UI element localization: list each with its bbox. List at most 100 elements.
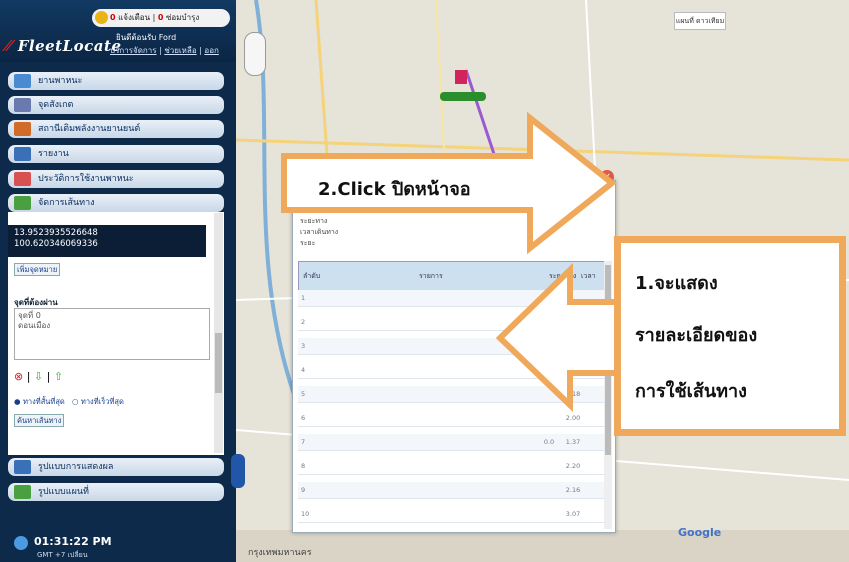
maintenance-label[interactable]: ซ่อมบำรุง <box>166 13 199 22</box>
table-cell: 5 <box>301 390 306 398</box>
fastest-radio[interactable]: ○ ทางที่เร็วที่สุด <box>72 397 124 406</box>
table-cell: 2.20 <box>565 462 581 470</box>
fleetlocate-logo: ⁄⁄ FleetLocate <box>6 37 122 55</box>
summary-line: ระยะ <box>300 239 316 247</box>
table-cell <box>311 290 537 306</box>
alert-label[interactable]: แจ้งเตือน <box>118 13 150 22</box>
add-destination-button[interactable]: เพิ่มจุดหมาย <box>14 263 61 276</box>
table-cell: 7 <box>301 438 306 446</box>
table-cell: 2.16 <box>565 486 581 494</box>
top-links: บริการจัดการ | ช่วยเหลือ | ออก <box>110 46 219 55</box>
table-cell: 10 <box>301 510 310 518</box>
table-cell: 6 <box>301 414 306 422</box>
maintenance-count: 0 <box>157 13 164 22</box>
table-cell <box>311 386 537 402</box>
clock: 01:31:22 PM <box>14 535 112 550</box>
menu-display-style[interactable]: รูปแบบการแสดงผล <box>8 458 224 476</box>
menu-label: รูปแบบแผนที่ <box>38 487 89 497</box>
coordinate-readout: 13.9523935526648 100.620346069336 <box>8 225 206 257</box>
menu-map-style[interactable]: รูปแบบแผนที่ <box>8 483 224 501</box>
fuel-pump-icon <box>14 122 31 136</box>
table-cell <box>311 410 537 426</box>
detail-line-3: การใช้เส้นทาง <box>635 381 747 402</box>
menu-vehicles[interactable]: ยานพาหนะ <box>8 72 224 90</box>
vehicle-marker-label <box>440 92 486 101</box>
move-down-icon[interactable]: ⇩ <box>34 370 43 383</box>
detail-line-1: 1.จะแสดง <box>635 273 718 294</box>
longitude: 100.620346069336 <box>14 239 98 249</box>
table-cell: 2 <box>301 318 306 326</box>
waypoints-list[interactable]: จุดที่ 0 ดอนเมือง <box>14 308 210 360</box>
popup-summary: ระยะทาง เวลาเดินทาง ระยะ <box>300 216 338 249</box>
user-name: ยินดีต้อนรับ Ford <box>116 33 177 42</box>
menu-landmarks[interactable]: จุดสังเกต <box>8 96 224 114</box>
move-up-icon[interactable]: ⇧ <box>54 370 63 383</box>
table-cell: 4.72 <box>565 366 581 374</box>
table-row[interactable]: 5 1.18 <box>298 386 604 403</box>
table-header: ลำดับ รายการ ระยะทาง เวลา <box>298 261 606 291</box>
table-cell <box>311 362 537 378</box>
table-row[interactable]: 6 2.00 <box>298 410 604 427</box>
table-cell: 4 <box>301 366 306 374</box>
table-row[interactable]: 10 3.07 <box>298 506 604 523</box>
summary-line: เวลาเดินทาง <box>300 228 339 236</box>
history-icon <box>14 172 31 186</box>
shortest-radio[interactable]: ● ทางที่สั้นที่สุด <box>14 397 65 406</box>
table-row[interactable]: 4 4.72 <box>298 362 604 379</box>
summary-line: ระยะทาง <box>300 217 328 225</box>
route-detail-popup <box>292 180 616 533</box>
table-row[interactable]: 1 <box>298 290 604 307</box>
menu-label: รูปแบบการแสดงผล <box>38 462 114 472</box>
table-row[interactable]: 7 0.0 1.37 <box>298 434 604 451</box>
menu-reports[interactable]: รายงาน <box>8 145 224 163</box>
table-row[interactable]: 9 2.16 <box>298 482 604 499</box>
table-cell: 1.18 <box>565 390 581 398</box>
help-link[interactable]: ช่วยเหลือ <box>164 46 196 55</box>
google-logo: Google <box>678 526 722 539</box>
report-icon <box>14 147 31 161</box>
alerts-bar[interactable]: 0 แจ้งเตือน | 0 ซ่อมบำรุง <box>92 9 230 27</box>
waypoint-item[interactable]: จุดที่ 0 <box>18 311 206 321</box>
vehicle-marker-icon[interactable] <box>455 70 467 84</box>
waypoint-item[interactable]: ดอนเมือง <box>18 321 206 331</box>
menu-fuel-stations[interactable]: สถานีเติมพลังงานยานยนต์ <box>8 120 224 138</box>
table-row[interactable]: 3 <box>298 338 604 355</box>
pan-control[interactable] <box>244 32 266 76</box>
table-cell: 3.07 <box>565 510 581 518</box>
menu-label: จุดสังเกต <box>38 100 74 110</box>
col-header: รายการ <box>419 272 443 280</box>
panel-scrollbar[interactable] <box>214 213 223 453</box>
table-cell <box>311 482 537 498</box>
menu-route-management[interactable]: จัดการเส้นทาง <box>8 194 224 212</box>
table-cell: 9 <box>301 486 306 494</box>
timezone[interactable]: GMT +7 เปลี่ยน <box>37 550 88 561</box>
table-scrollbar[interactable] <box>604 261 612 529</box>
table-row[interactable]: 2 <box>298 314 604 331</box>
vehicle-icon <box>14 74 31 88</box>
route-icon <box>14 196 31 210</box>
home-icon <box>14 98 31 112</box>
table-row[interactable]: 8 2.20 <box>298 458 604 475</box>
col-header: เวลา <box>581 272 596 280</box>
table-cell: 3 <box>301 342 306 350</box>
map-place-label: กรุงเทพมหานคร <box>248 548 312 558</box>
waypoint-actions: ⊗ | ⇩ | ⇧ <box>14 370 64 383</box>
services-link[interactable]: บริการจัดการ <box>110 46 157 55</box>
logout-link[interactable]: ออก <box>204 46 218 55</box>
table-cell: 2.00 <box>565 414 581 422</box>
search-route-button[interactable]: ค้นหาเส้นทาง <box>14 414 65 427</box>
remove-icon[interactable]: ⊗ <box>14 370 23 383</box>
table-cell <box>311 458 537 474</box>
table-cell <box>311 434 537 450</box>
table-cell: 0.0 <box>543 438 555 446</box>
menu-label: ยานพาหนะ <box>38 76 83 86</box>
table-cell: 8 <box>301 462 306 470</box>
menu-history[interactable]: ประวัติการใช้งานพาหนะ <box>8 170 224 188</box>
col-header: ลำดับ <box>303 272 321 280</box>
alert-bell-icon <box>95 11 108 24</box>
collapse-sidebar-button[interactable] <box>231 454 245 488</box>
table-cell <box>311 338 537 354</box>
map-type-selector[interactable]: แผนที่ ดาวเทียม <box>674 12 726 30</box>
close-icon[interactable]: × <box>600 170 614 184</box>
table-cell: 1.37 <box>565 438 581 446</box>
